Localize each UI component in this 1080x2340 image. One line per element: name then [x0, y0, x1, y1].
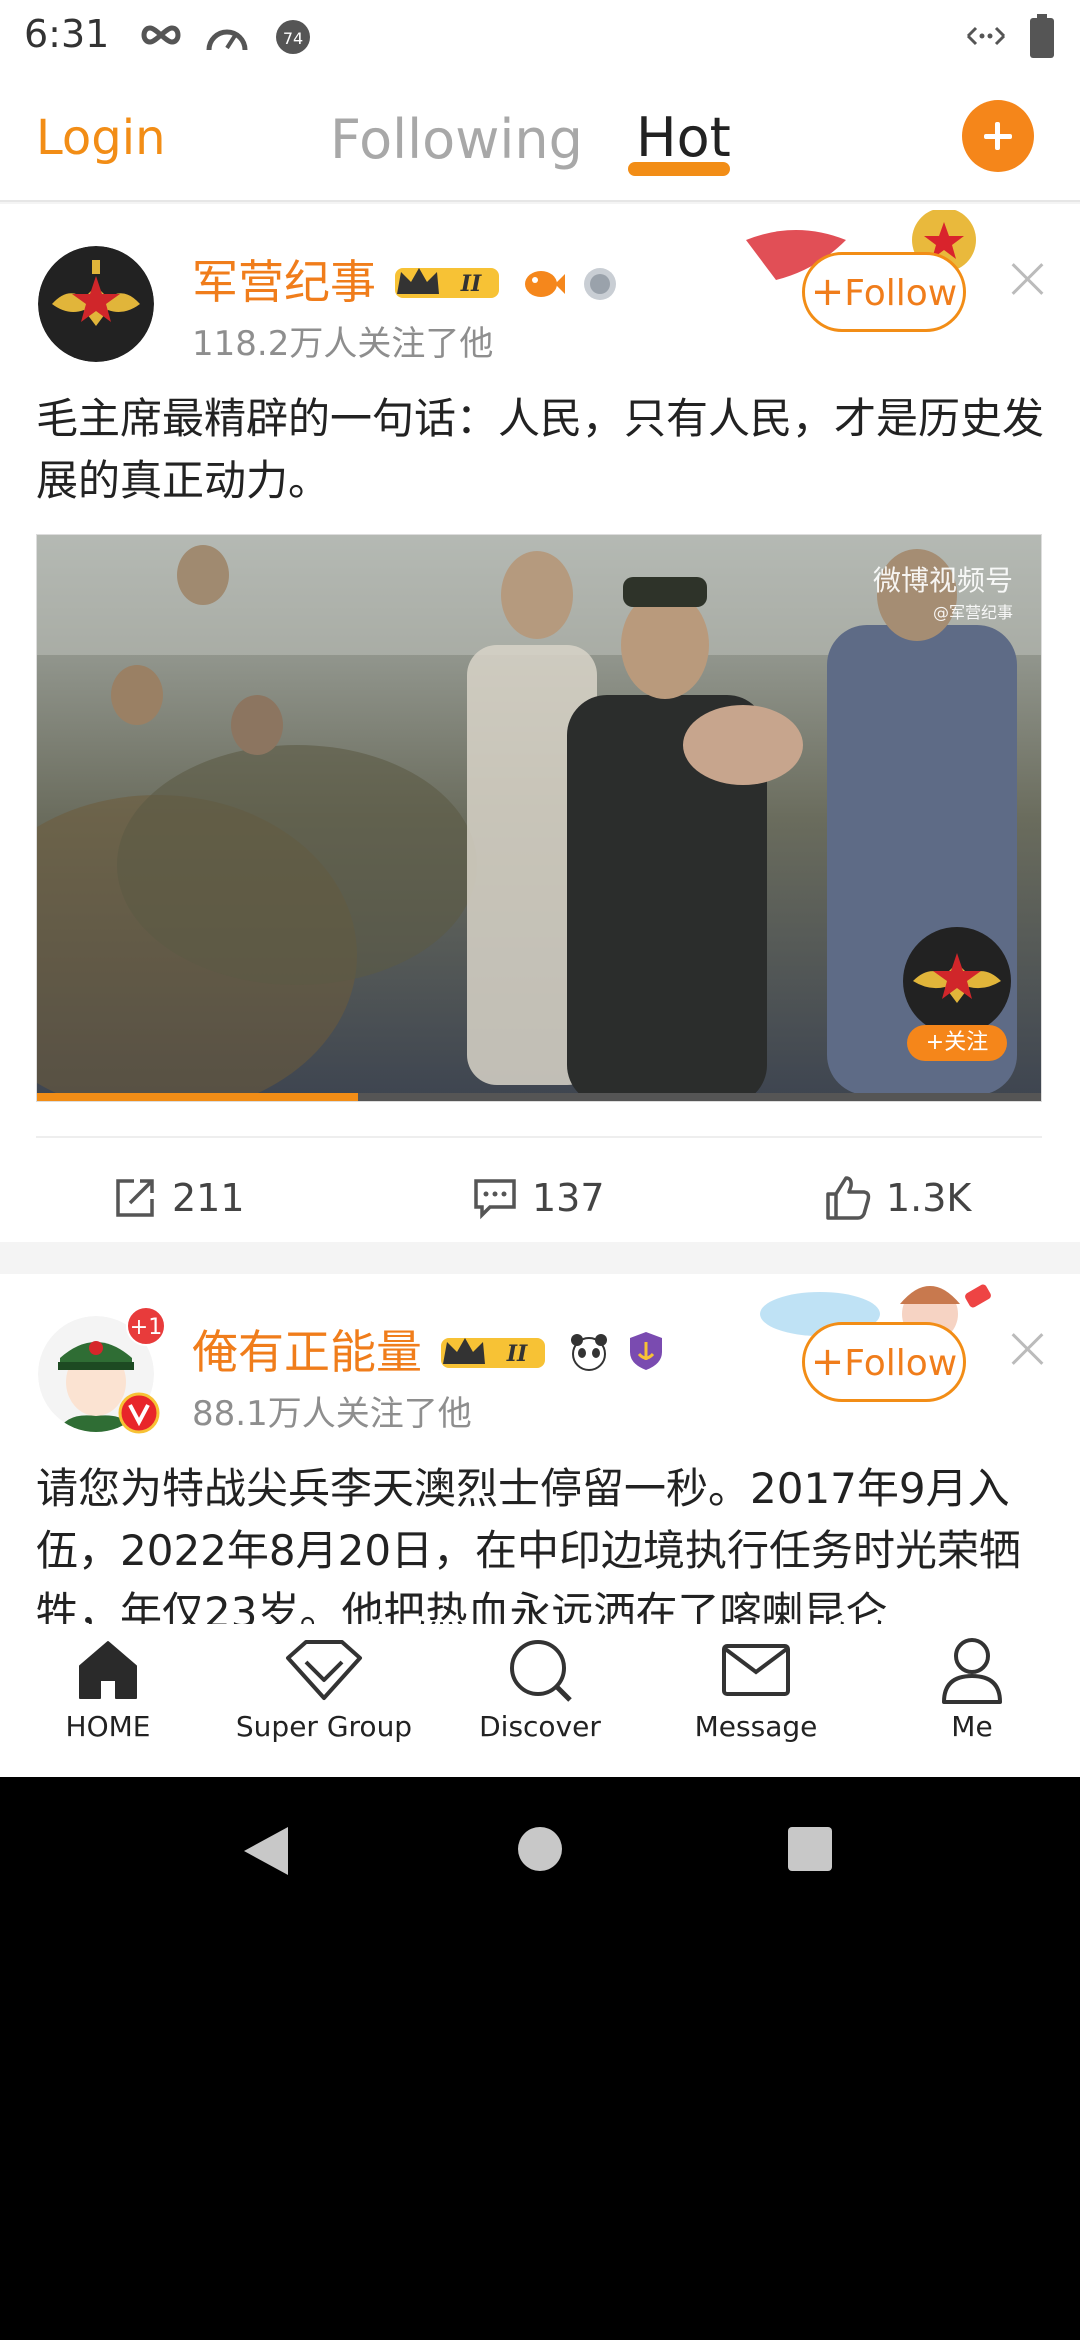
video-progress-fill [37, 1093, 359, 1101]
nav-super-group[interactable]: Super Group [224, 1636, 424, 1743]
infinity-icon [141, 25, 181, 45]
video-channel-avatar-icon[interactable] [901, 925, 1013, 1037]
tab-following[interactable]: Following [330, 108, 583, 171]
username-text[interactable]: 军营纪事 [192, 255, 376, 309]
nav-message-label: Message [694, 1710, 818, 1743]
active-tab-indicator [628, 162, 730, 176]
follow-button-label: Follow [844, 1343, 958, 1384]
battery-icon [1030, 14, 1054, 58]
nav-message[interactable]: Message [656, 1636, 856, 1743]
follow-button[interactable]: +Follow [802, 252, 966, 332]
army-emblem-icon [38, 246, 154, 362]
anchor-shield-badge-icon [629, 1332, 662, 1370]
bottom-navigation: HOME Super Group Discover Message Me [0, 1624, 1080, 1777]
nav-home[interactable]: HOME [8, 1636, 208, 1743]
speedometer-icon [206, 29, 248, 51]
divider [36, 1136, 1042, 1138]
nav-home-label: HOME [65, 1710, 151, 1743]
post-text: 请您为特战尖兵李天澳烈士停留一秒。2017年9月入伍，2022年8月20日，在中… [36, 1464, 1022, 1637]
crown-level-badge-icon: II [440, 1338, 545, 1368]
watermark-sub-text: @军营纪事 [932, 603, 1013, 622]
data-arrows-icon [966, 26, 1006, 46]
back-icon[interactable] [240, 1825, 290, 1877]
video-watermark: 微博视频号 @军营纪事 [873, 559, 1013, 623]
like-button[interactable]: 1.3K [824, 1168, 971, 1228]
person-icon [942, 1638, 1002, 1704]
comment-icon [474, 1179, 516, 1220]
envelope-icon [722, 1644, 790, 1696]
nav-me[interactable]: Me [872, 1636, 1072, 1743]
repost-count: 211 [172, 1176, 245, 1220]
watermark-text: 微博视频号 [872, 564, 1013, 597]
video-follow-button[interactable]: +关注 [907, 1025, 1007, 1061]
username-text[interactable]: 俺有正能量 [192, 1325, 422, 1379]
username[interactable]: 俺有正能量 II [192, 1316, 666, 1382]
username[interactable]: 军营纪事 II [192, 246, 620, 312]
system-navigation-bar [0, 1777, 1080, 1917]
share-icon [116, 1179, 154, 1217]
comment-count: 137 [532, 1176, 605, 1220]
home-circle-icon[interactable] [516, 1825, 564, 1873]
nav-discover[interactable]: Discover [440, 1636, 640, 1743]
tab-hot[interactable]: Hot [636, 106, 731, 169]
medal-badge-icon [583, 268, 616, 300]
login-link[interactable]: Login [36, 110, 166, 166]
like-count: 1.3K [886, 1176, 972, 1220]
search-icon [510, 1640, 572, 1702]
diamond-icon [286, 1640, 362, 1700]
recents-icon[interactable] [786, 1825, 834, 1873]
status-bar: 6:31 74 [0, 0, 1080, 72]
video-player[interactable]: 微博视频号 @军营纪事 +关注 [36, 534, 1042, 1102]
feed-post[interactable]: 军营纪事 II 118.2万人关注了他 +Follow 毛主席最精辟的一句话：人… [0, 204, 1080, 1242]
follow-button-label: Follow [844, 273, 958, 314]
repost-button[interactable]: 211 [112, 1168, 245, 1228]
thumbs-up-icon [826, 1176, 871, 1220]
panda-badge-icon [571, 1334, 608, 1371]
compose-plus-button[interactable] [962, 100, 1034, 172]
avatar[interactable] [38, 246, 154, 362]
comment-button[interactable]: 137 [472, 1168, 605, 1228]
follow-button[interactable]: +Follow [802, 1322, 966, 1402]
svg-text:II: II [459, 271, 481, 297]
post-text: 毛主席最精辟的一句话：人民，只有人民，才是历史发展的真正动力。 [36, 394, 1045, 505]
nav-super-group-label: Super Group [235, 1710, 413, 1743]
status-time: 6:31 [24, 12, 110, 56]
avatar-notification-badge: +1 [126, 1306, 166, 1346]
follower-count: 118.2万人关注了他 [192, 324, 494, 364]
close-icon[interactable] [1008, 1330, 1048, 1370]
battery-saver-badge-icon: 74 [276, 20, 310, 54]
close-icon[interactable] [1008, 260, 1048, 300]
top-navigation: Login Following Hot [0, 72, 1080, 202]
verified-v-icon [118, 1392, 160, 1434]
nav-me-label: Me [951, 1710, 993, 1743]
follower-count: 88.1万人关注了他 [192, 1394, 472, 1434]
feed-post[interactable]: +1 俺有正能量 II 88.1万人关注了他 +Follow 请您为特战尖兵李天… [0, 1274, 1080, 1637]
fish-badge-icon [525, 271, 566, 297]
status-badge-text: 74 [283, 29, 303, 48]
app-screen: 6:31 74 Login Following Hot 军营纪事 II 118.… [0, 0, 1080, 1777]
home-icon [79, 1641, 137, 1699]
svg-text:II: II [505, 1341, 527, 1367]
crown-level-badge-icon: II [394, 268, 499, 298]
nav-discover-label: Discover [479, 1710, 601, 1743]
